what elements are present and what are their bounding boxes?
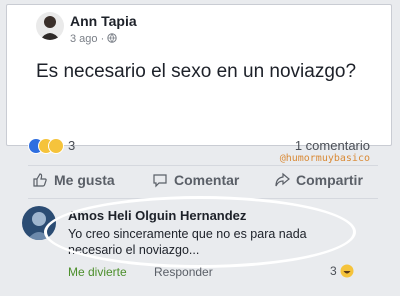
comment-reactions[interactable]: 3 (330, 264, 354, 278)
person-icon (40, 16, 60, 40)
like-label: Me gusta (54, 172, 115, 188)
watermark: @humormuybasico (279, 153, 370, 164)
post-meta: 3 ago · (70, 33, 118, 45)
like-button[interactable]: Me gusta (32, 172, 115, 188)
globe-icon (107, 33, 118, 43)
comment-funny-button[interactable]: Me divierte (68, 265, 127, 279)
share-icon (275, 172, 290, 187)
comment-actions: Me divierte Responder (68, 265, 213, 279)
comment-reaction-count: 3 (330, 264, 337, 278)
comment-button[interactable]: Comentar (152, 172, 239, 188)
comment-label: Comentar (174, 172, 240, 188)
share-button[interactable]: Compartir (274, 172, 363, 188)
wow-reaction-icon (48, 138, 64, 154)
comment-icon (153, 174, 167, 188)
author-avatar[interactable] (36, 12, 64, 40)
comments-count[interactable]: 1 comentario (295, 138, 370, 153)
post-actions: Me gusta Comentar Compartir (28, 172, 378, 194)
post-author[interactable]: Ann Tapia (70, 13, 137, 29)
comment-reply-button[interactable]: Responder (154, 265, 213, 279)
post-time[interactable]: 3 ago (70, 33, 98, 45)
share-label: Compartir (296, 172, 363, 188)
highlight-circle (44, 196, 356, 268)
dot-separator: · (100, 33, 108, 45)
reaction-count: 3 (68, 138, 76, 153)
divider (28, 165, 378, 166)
thumbs-up-icon (33, 173, 47, 187)
haha-reaction-icon (340, 264, 354, 278)
post-text: Es necesario el sexo en un noviazgo? (36, 61, 357, 82)
